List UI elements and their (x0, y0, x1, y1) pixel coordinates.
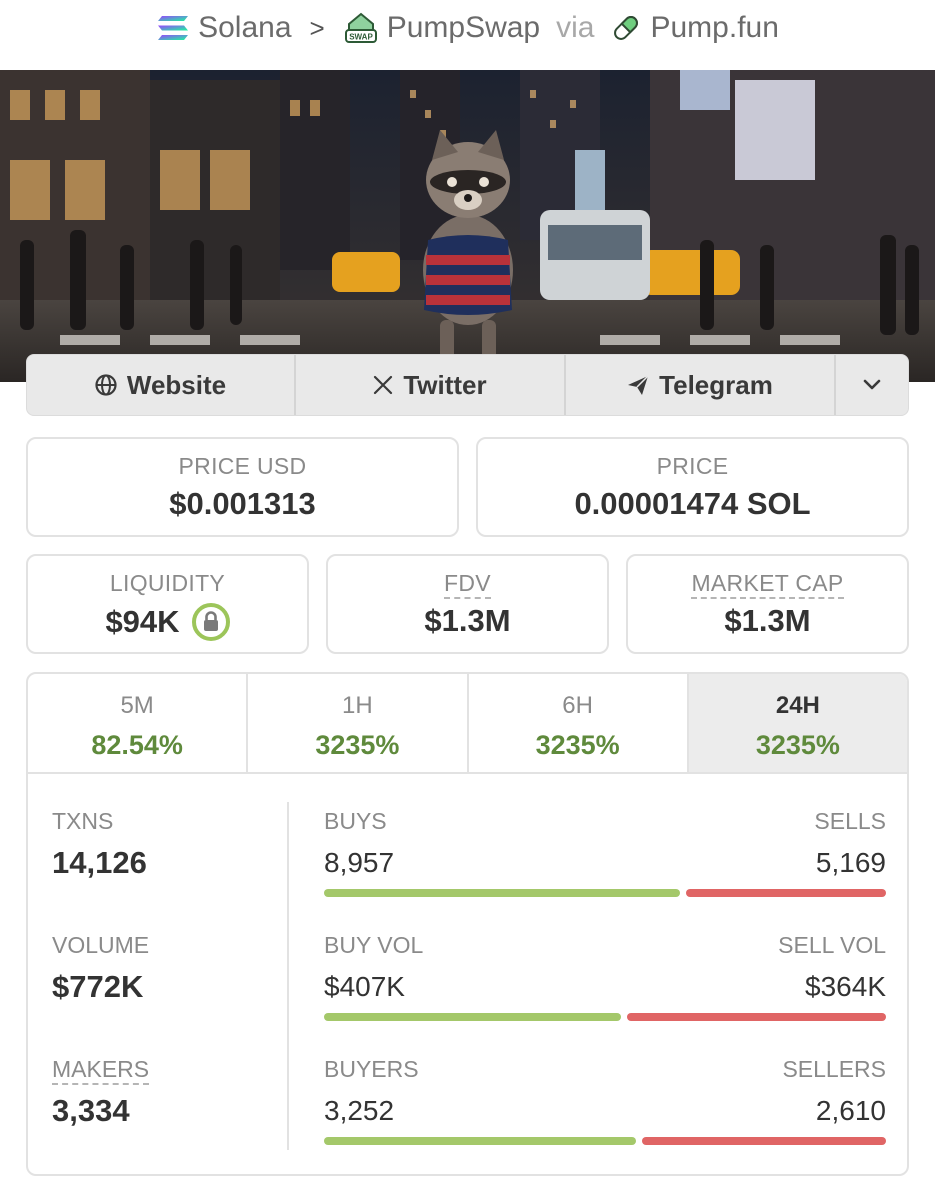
sell-vol-value: $364K (805, 971, 886, 1002)
launchpad-name: Pump.fun (650, 11, 779, 44)
price-native-value: 0.00001474 SOL (574, 486, 811, 521)
sellers-value: 2,610 (815, 1095, 886, 1126)
tab-label: 6H (562, 692, 593, 719)
dex-link[interactable]: SWAP PumpSwap (343, 10, 540, 46)
sell-vol-bar (626, 1013, 886, 1021)
stats-body: TXNS 14,126 VOLUME $772K MAKERS 3,334 BU… (28, 774, 907, 1174)
sells-value: 5,169 (815, 847, 886, 878)
buy-vol-value: $407K (324, 971, 405, 1002)
makers-stat[interactable]: MAKERS 3,334 (52, 1056, 150, 1129)
fdv-value: $1.3M (424, 603, 511, 638)
sellers-label: SELLERS (782, 1056, 886, 1082)
sells-label: SELLS (814, 808, 886, 834)
twitter-label: Twitter (403, 369, 487, 400)
buy-vol-label: BUY VOL (324, 932, 424, 958)
trading-stats-panel: 5M 82.54% 1H 3235% 6H 3235% 24H 3235% TX… (26, 672, 909, 1176)
tab-label: 5M (120, 692, 154, 719)
price-usd-label: PRICE USD (178, 453, 307, 479)
chain-link[interactable]: Solana (156, 11, 292, 45)
makers-label: MAKERS (52, 1056, 150, 1085)
makers-value: 3,334 (52, 1093, 130, 1128)
breadcrumb: Solana > SWAP PumpSwap via Pump.fun (0, 0, 935, 56)
market-cap-card[interactable]: MARKET CAP $1.3M (626, 554, 909, 654)
volume-stat: VOLUME $772K (52, 932, 149, 1005)
globe-icon (95, 374, 117, 396)
dex-name: PumpSwap (386, 11, 541, 44)
website-label: Website (126, 369, 227, 400)
twitter-button[interactable]: Twitter (296, 355, 566, 415)
telegram-label: Telegram (659, 369, 773, 400)
buys-value: 8,957 (324, 847, 395, 878)
price-native-label: PRICE (656, 453, 729, 479)
price-change: 82.54% (91, 730, 183, 760)
fdv-label: FDV (444, 570, 491, 599)
buyers-value: 3,252 (324, 1095, 395, 1126)
price-change: 3235% (315, 730, 400, 760)
buy-vol-bar (324, 1013, 621, 1021)
pill-icon (614, 16, 639, 40)
chevron-right-icon: > (309, 12, 325, 43)
pumpswap-icon: SWAP (344, 12, 377, 43)
txns-value: 14,126 (52, 845, 147, 880)
buyers-label: BUYERS (324, 1056, 419, 1082)
period-tabs: 5M 82.54% 1H 3235% 6H 3235% 24H 3235% (28, 674, 907, 774)
chevron-down-icon (863, 379, 881, 390)
x-logo-icon (374, 375, 393, 395)
volume-value: $772K (52, 969, 144, 1004)
sellers-bar (641, 1137, 886, 1145)
volume-split-row: BUY VOL SELL VOL $407K $364K (324, 932, 886, 1021)
price-usd-card: PRICE USD $0.001313 (26, 437, 459, 537)
liquidity-value: $94K (105, 604, 180, 639)
market-cap-label: MARKET CAP (691, 570, 844, 599)
tab-6h[interactable]: 6H 3235% (469, 674, 689, 772)
buys-sells-row: BUYS SELLS 8,957 5,169 (324, 808, 886, 897)
price-change: 3235% (755, 730, 840, 760)
buys-bar (324, 889, 681, 897)
buys-label: BUYS (324, 808, 387, 834)
liquidity-label: LIQUIDITY (109, 570, 226, 596)
buyers-sellers-row: BUYERS SELLERS 3,252 2,610 (324, 1056, 886, 1145)
txns-label: TXNS (52, 808, 114, 834)
price-change: 3235% (535, 730, 620, 760)
price-usd-value: $0.001313 (169, 486, 316, 521)
via-label: via (556, 11, 595, 44)
chain-name: Solana (198, 11, 292, 44)
tab-1h[interactable]: 1H 3235% (248, 674, 469, 772)
website-button[interactable]: Website (27, 355, 296, 415)
buyers-bar (324, 1137, 636, 1145)
fdv-card[interactable]: FDV $1.3M (326, 554, 609, 654)
price-native-card: PRICE 0.00001474 SOL (476, 437, 909, 537)
more-links-button[interactable] (836, 355, 908, 415)
launchpad-link[interactable]: Pump.fun (610, 11, 779, 45)
solana-icon (158, 16, 189, 40)
stats-divider (287, 802, 289, 1150)
sells-bar (686, 889, 886, 897)
tab-5m[interactable]: 5M 82.54% (28, 674, 249, 772)
lock-icon[interactable] (191, 603, 230, 641)
token-banner-image (0, 70, 935, 382)
paper-plane-icon (628, 375, 649, 395)
market-cap-value: $1.3M (724, 603, 811, 638)
pumpswap-icon-label: SWAP (349, 33, 373, 42)
telegram-button[interactable]: Telegram (566, 355, 836, 415)
city-street-raccoon-illustration (0, 70, 935, 382)
txns-stat: TXNS 14,126 (52, 808, 147, 881)
sell-vol-label: SELL VOL (778, 932, 886, 958)
liquidity-card: LIQUIDITY $94K (26, 554, 309, 654)
tab-24h[interactable]: 24H 3235% (688, 674, 907, 772)
tab-label: 24H (775, 692, 820, 719)
volume-label: VOLUME (52, 932, 150, 958)
tab-label: 1H (342, 692, 373, 719)
social-links-bar: Website Twitter Telegram (26, 354, 909, 416)
